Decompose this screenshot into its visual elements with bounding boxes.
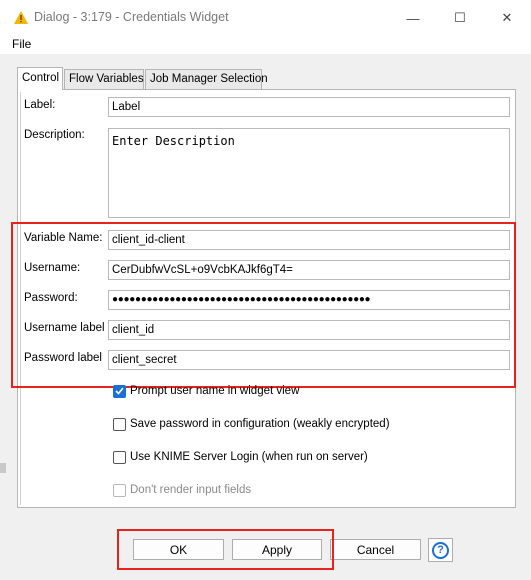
maximize-icon: ☐ (454, 10, 466, 25)
close-button[interactable]: ✕ (484, 0, 530, 36)
menu-file[interactable]: File (12, 37, 31, 51)
password-label-input[interactable]: client_secret (108, 350, 510, 370)
username-label-label: Username label (24, 322, 105, 334)
prompt-user-name-option[interactable]: Prompt user name in widget view (113, 383, 299, 399)
username-label-input[interactable]: client_id (108, 320, 510, 340)
prompt-user-name-label: Prompt user name in widget view (130, 385, 300, 397)
password-input[interactable]: ●●●●●●●●●●●●●●●●●●●●●●●●●●●●●●●●●●●●●●●●… (108, 290, 510, 310)
menu-bar: File (0, 36, 531, 54)
panel-divider (20, 92, 21, 505)
tab-flow-variables[interactable]: Flow Variables (64, 69, 144, 89)
window-title: Dialog - 3:179 - Credentials Widget (34, 10, 229, 24)
save-password-option[interactable]: Save password in configuration (weakly e… (113, 416, 390, 432)
username-label: Username: (24, 262, 81, 274)
title-bar: Dialog - 3:179 - Credentials Widget — ☐ … (0, 0, 531, 36)
prompt-user-name-checkbox[interactable] (113, 384, 126, 398)
label-input[interactable]: Label (108, 97, 510, 117)
close-icon: ✕ (501, 10, 513, 25)
use-server-login-checkbox[interactable] (113, 450, 126, 464)
save-password-label: Save password in configuration (weakly e… (130, 418, 390, 430)
background-edge (0, 463, 6, 473)
help-button[interactable]: ? (428, 538, 453, 562)
password-label: Password: (24, 292, 78, 304)
cancel-button[interactable]: Cancel (330, 539, 421, 560)
use-server-login-option[interactable]: Use KNIME Server Login (when run on serv… (113, 449, 368, 465)
username-input[interactable]: CerDubfwVcSL+o9VcbKAJkf6gT4= (108, 260, 510, 280)
minimize-button[interactable]: — (390, 0, 436, 36)
variable-name-label: Variable Name: (24, 232, 103, 244)
dont-render-input-checkbox (113, 483, 126, 497)
tab-control[interactable]: Control (17, 67, 63, 90)
tab-job-manager-selection[interactable]: Job Manager Selection (145, 69, 268, 89)
minimize-icon: — (406, 10, 420, 26)
password-label-label: Password label (24, 352, 102, 364)
apply-button[interactable]: Apply (232, 539, 322, 560)
label-field-label: Label: (24, 99, 56, 111)
maximize-button[interactable]: ☐ (437, 0, 483, 36)
description-field-label: Description: (24, 129, 85, 141)
dont-render-input-label: Don't render input fields (130, 484, 252, 496)
variable-name-input[interactable]: client_id-client (108, 230, 510, 250)
save-password-checkbox[interactable] (113, 417, 126, 431)
warning-triangle-icon (14, 11, 28, 27)
help-icon: ? (432, 541, 449, 559)
use-server-login-label: Use KNIME Server Login (when run on serv… (130, 451, 368, 463)
ok-button[interactable]: OK (133, 539, 224, 560)
description-textarea[interactable]: Enter Description (108, 128, 510, 218)
dont-render-input-option: Don't render input fields (113, 482, 251, 498)
